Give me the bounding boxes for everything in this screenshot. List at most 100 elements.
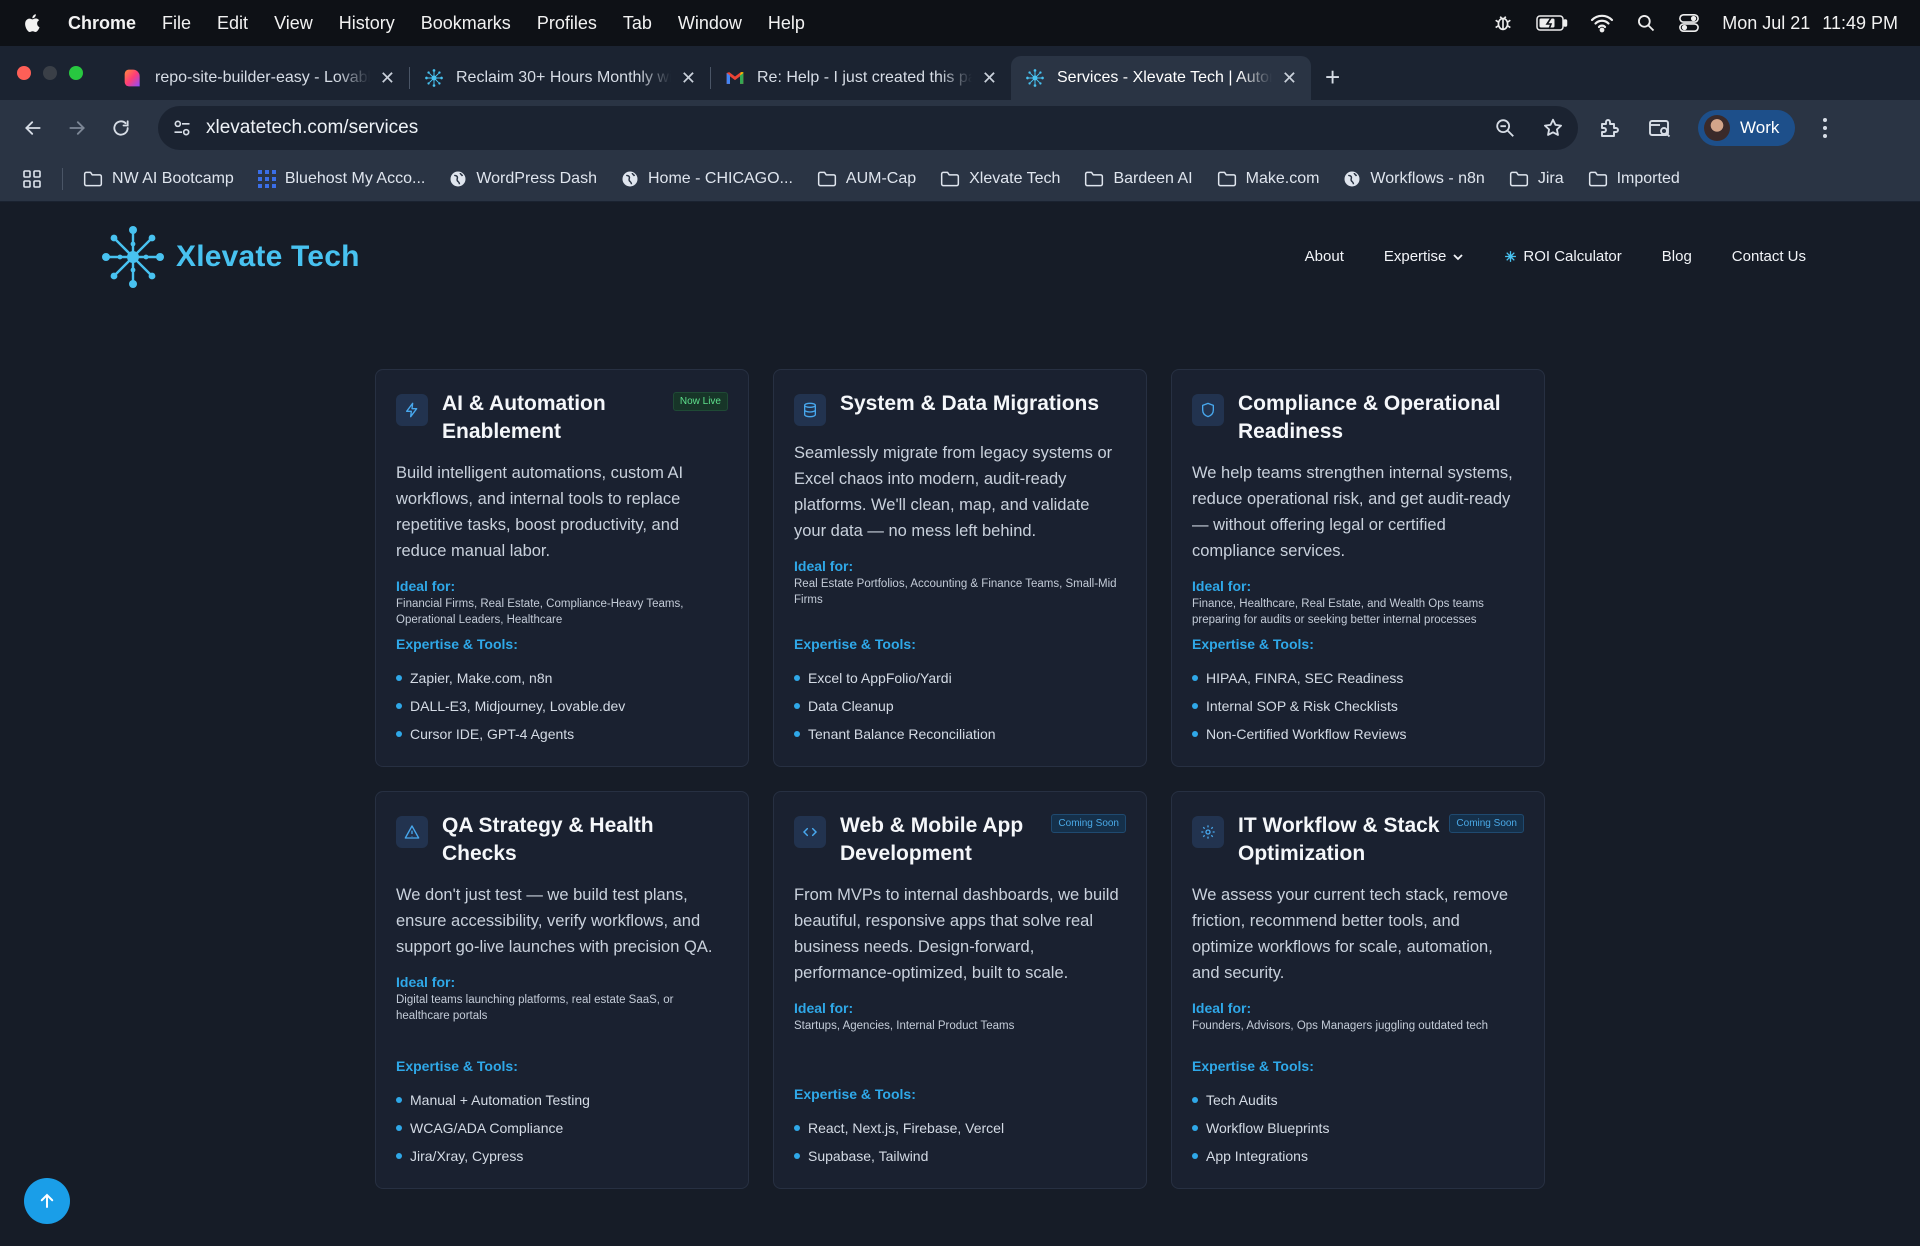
close-tab-icon[interactable]: ✕: [380, 68, 395, 89]
bookmark-item[interactable]: Bardeen AI: [1084, 169, 1193, 188]
folder-icon: [940, 170, 960, 188]
card-header: IT Workflow & Stack Optimization Coming …: [1192, 812, 1524, 868]
minimize-window-button[interactable]: [43, 66, 57, 80]
tool-list-item: Cursor IDE, GPT-4 Agents: [396, 720, 728, 748]
service-card[interactable]: AI & Automation Enablement Now Live Buil…: [375, 369, 749, 767]
bookmark-label: Imported: [1616, 169, 1680, 187]
service-card[interactable]: IT Workflow & Stack Optimization Coming …: [1171, 791, 1545, 1189]
zoom-window-button[interactable]: [69, 66, 83, 80]
bookmark-item[interactable]: Workflows - n8n: [1343, 170, 1485, 188]
browser-tab-active[interactable]: Services - Xlevate Tech | Automation ✕: [1011, 56, 1311, 100]
tool-list-item: Supabase, Tailwind: [794, 1142, 1126, 1170]
bookmark-star-icon[interactable]: [1542, 117, 1564, 139]
site-logo[interactable]: Xlevate Tech: [100, 224, 360, 290]
forward-button[interactable]: [60, 111, 94, 145]
menubar-date: Mon Jul 21: [1722, 12, 1811, 33]
browser-toolbar: xlevatetech.com/services Work: [0, 100, 1920, 156]
xlevate-logo-icon: [102, 226, 164, 288]
tools-section: Expertise & Tools: Manual + Automation T…: [396, 1058, 728, 1170]
bookmark-item[interactable]: Home - CHICAGO...: [621, 170, 793, 188]
tools-section: Expertise & Tools: Zapier, Make.com, n8n…: [396, 636, 728, 748]
menu-app-name[interactable]: Chrome: [68, 13, 136, 34]
wifi-icon[interactable]: [1590, 13, 1614, 33]
nav-expertise[interactable]: Expertise: [1384, 248, 1465, 265]
browser-tab[interactable]: Re: Help - I just created this page ✕: [711, 56, 1011, 100]
menu-tab[interactable]: Tab: [623, 13, 652, 34]
menu-help[interactable]: Help: [768, 13, 805, 34]
scroll-to-top-button[interactable]: [24, 1178, 70, 1224]
close-window-button[interactable]: [17, 66, 31, 80]
menu-history[interactable]: History: [339, 13, 395, 34]
control-center-icon[interactable]: [1678, 13, 1700, 33]
close-tab-icon[interactable]: ✕: [982, 68, 997, 89]
tab-title: repo-site-builder-easy - Lovable: [155, 69, 370, 86]
card-title: Compliance & Operational Readiness: [1238, 392, 1501, 443]
battery-icon[interactable]: [1536, 14, 1568, 32]
nav-roi-calculator[interactable]: ROI Calculator: [1504, 248, 1622, 265]
chevron-down-icon: [1453, 253, 1464, 260]
menubar-clock[interactable]: Mon Jul 21 11:49 PM: [1722, 13, 1898, 34]
bookmarks-bar: NW AI Bootcamp Bluehost My Acco... WordPre…: [0, 156, 1920, 202]
reload-button[interactable]: [104, 111, 138, 145]
tool-list-item: Non-Certified Workflow Reviews: [1192, 720, 1524, 748]
menu-edit[interactable]: Edit: [217, 13, 248, 34]
arrow-left-icon: [25, 121, 41, 135]
sparkle-icon: [1505, 251, 1517, 262]
address-bar[interactable]: xlevatetech.com/services: [158, 106, 1578, 150]
close-tab-icon[interactable]: ✕: [681, 68, 696, 89]
apps-grid-icon[interactable]: [22, 169, 42, 189]
more-menu-icon[interactable]: [1821, 117, 1829, 139]
service-card[interactable]: Compliance & Operational Readiness We he…: [1171, 369, 1545, 767]
lovable-icon: [124, 69, 140, 87]
bookmark-item[interactable]: WordPress Dash: [449, 170, 597, 188]
apple-icon[interactable]: [22, 12, 44, 34]
menu-bookmarks[interactable]: Bookmarks: [421, 13, 511, 34]
bookmark-item[interactable]: Imported: [1588, 170, 1680, 188]
code-icon: [794, 816, 826, 848]
site-settings-icon[interactable]: [172, 118, 192, 138]
new-tab-button[interactable]: +: [1325, 62, 1340, 93]
card-description: Build intelligent automations, custom AI…: [396, 464, 684, 560]
folder-icon: [817, 170, 837, 188]
service-card[interactable]: QA Strategy & Health Checks We don't jus…: [375, 791, 749, 1189]
bookmark-label: WordPress Dash: [476, 169, 597, 187]
menu-window[interactable]: Window: [678, 13, 742, 34]
menu-profiles[interactable]: Profiles: [537, 13, 597, 34]
folder-icon: [1084, 170, 1104, 188]
back-button[interactable]: [16, 111, 50, 145]
tab-search-icon[interactable]: [1648, 116, 1672, 140]
bookmark-item[interactable]: NW AI Bootcamp: [83, 170, 234, 188]
warning-triangle-icon: [396, 816, 428, 848]
bookmark-item[interactable]: Make.com: [1217, 170, 1319, 188]
bug-icon[interactable]: [1492, 12, 1514, 34]
browser-tab[interactable]: repo-site-builder-easy - Lovable ✕: [109, 56, 409, 100]
folder-icon: [83, 170, 103, 188]
menu-view[interactable]: View: [274, 13, 313, 34]
bookmark-label: Bardeen AI: [1113, 169, 1193, 187]
nav-about[interactable]: About: [1305, 248, 1344, 265]
site-nav: About Expertise ROI Calculator Blog Cont…: [1305, 248, 1806, 265]
menu-file[interactable]: File: [162, 13, 191, 34]
close-tab-icon[interactable]: ✕: [1282, 68, 1297, 89]
bookmark-item[interactable]: Jira: [1509, 170, 1564, 188]
browser-tab[interactable]: Reclaim 30+ Hours Monthly with ✕: [410, 56, 710, 100]
card-header: System & Data Migrations: [794, 390, 1126, 426]
bookmark-item[interactable]: AUM-Cap: [817, 170, 916, 188]
xlevate-icon: [1026, 69, 1044, 87]
bookmark-item[interactable]: Xlevate Tech: [940, 170, 1060, 188]
service-card[interactable]: Web & Mobile App Development Coming Soon…: [773, 791, 1147, 1189]
tool-list-item: WCAG/ADA Compliance: [396, 1114, 728, 1142]
zoom-icon[interactable]: [1494, 117, 1516, 139]
extensions-puzzle-icon[interactable]: [1598, 116, 1622, 140]
nav-contact[interactable]: Contact Us: [1732, 248, 1806, 265]
menubar-time: 11:49 PM: [1822, 12, 1898, 33]
tool-list-item: Internal SOP & Risk Checklists: [1192, 692, 1524, 720]
service-card[interactable]: System & Data Migrations Seamlessly migr…: [773, 369, 1147, 767]
spotlight-search-icon[interactable]: [1636, 13, 1656, 33]
tool-list-item: Zapier, Make.com, n8n: [396, 664, 728, 692]
bookmark-item[interactable]: Bluehost My Acco...: [257, 169, 425, 188]
nav-blog[interactable]: Blog: [1662, 248, 1692, 265]
profile-button[interactable]: Work: [1698, 110, 1796, 146]
tools-label: Expertise & Tools:: [396, 1058, 518, 1074]
ideal-for-label: Ideal for:: [1192, 1000, 1252, 1016]
